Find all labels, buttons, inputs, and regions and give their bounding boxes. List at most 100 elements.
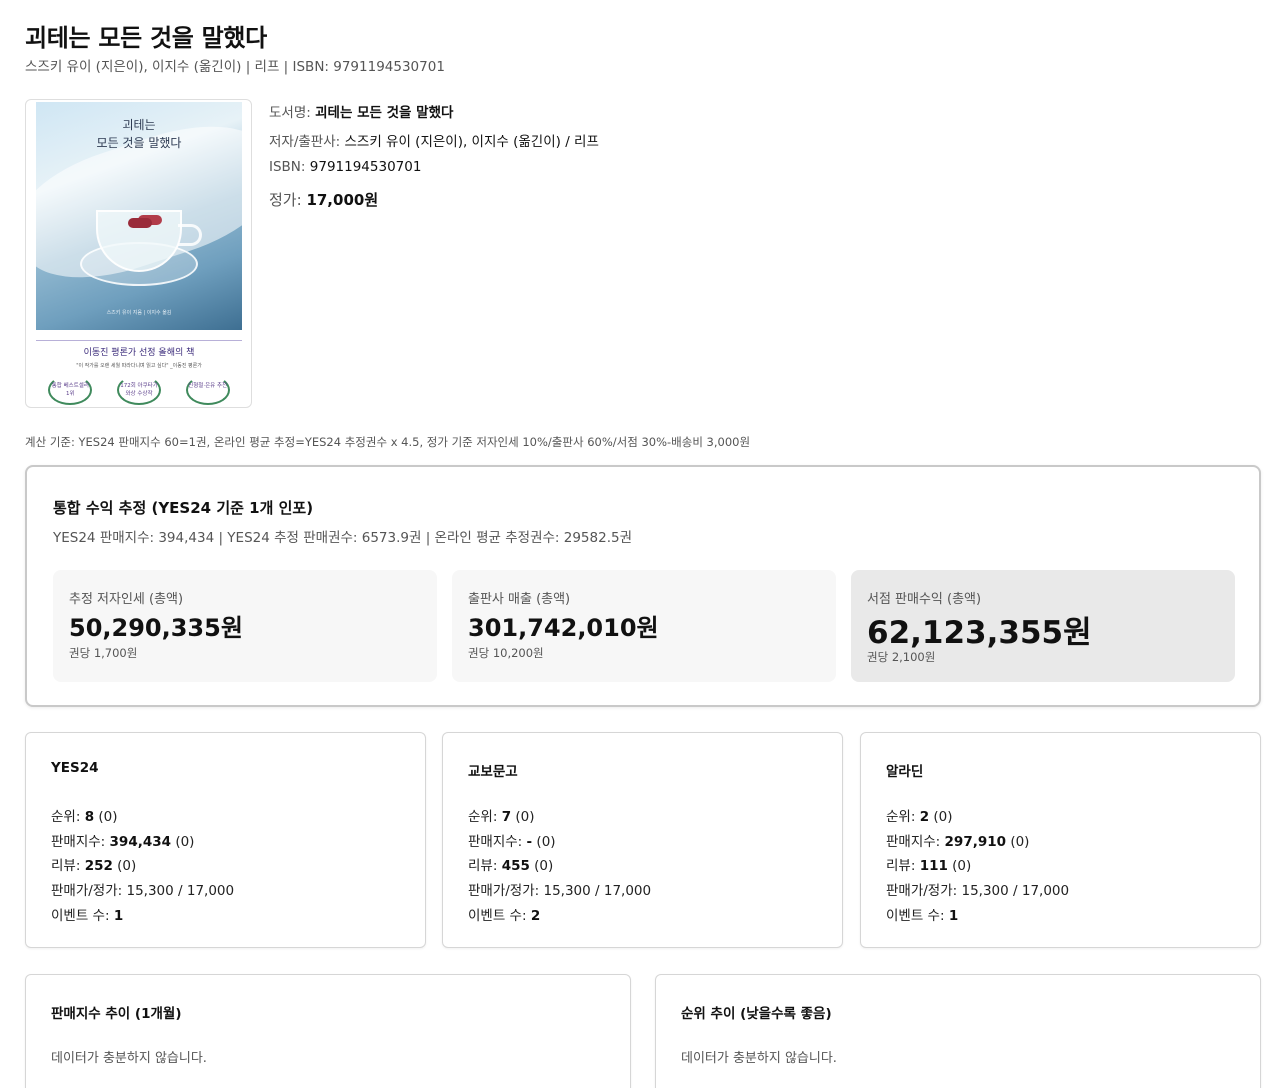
rank-label: 순위:	[51, 809, 85, 825]
store-rank: 순위: 7 (0)	[468, 805, 535, 825]
store-rank: 순위: 8 (0)	[51, 805, 118, 825]
metric-unit: 권당 2,100원	[867, 650, 936, 664]
rank-label: 순위:	[468, 809, 502, 825]
index-delta: (0)	[171, 834, 195, 850]
summary-subtitle: YES24 판매지수: 394,434 | YES24 추정 판매권수: 657…	[53, 530, 632, 546]
store-reviews: 리뷰: 111 (0)	[886, 854, 971, 874]
rank-value: 8	[84, 809, 95, 825]
cover-quote: "이 작가를 오랜 세월 따라다니며 읽고 싶다" _이동진 평론가	[76, 363, 202, 369]
rank-value: 7	[501, 809, 512, 825]
detail-title-value: 괴테는 모든 것을 말했다	[315, 105, 454, 121]
metric-bookstore-revenue: 서점 판매수익 (총액) 62,123,355원 권당 2,100원	[851, 570, 1235, 682]
detail-title-label: 도서명:	[269, 105, 316, 121]
detail-author-label: 저자/출판사:	[269, 134, 345, 150]
cover-berries-shape	[128, 218, 152, 228]
review-label: 리뷰:	[468, 858, 502, 874]
store-events: 이벤트 수: 2	[468, 904, 540, 924]
store-price: 판매가/정가: 15,300 / 17,000	[468, 883, 652, 899]
index-label: 판매지수:	[886, 834, 945, 850]
metric-label: 서점 판매수익 (총액)	[867, 592, 982, 607]
metric-value: 50,290,335원	[69, 614, 243, 642]
metric-value: 301,742,010원	[468, 614, 659, 642]
summary-title: 통합 수익 추정 (YES24 기준 1개 인포)	[53, 499, 314, 517]
cover-credit: 스즈키 유이 지음 | 이지수 옮김	[106, 310, 172, 316]
rank-delta: (0)	[929, 809, 953, 825]
cover-lower-band: 이동진 평론가 선정 올해의 책 "이 작가를 오랜 세월 따라다니며 읽고 싶…	[36, 332, 242, 407]
metric-unit: 권당 1,700원	[69, 646, 138, 660]
rank-delta: (0)	[94, 809, 118, 825]
revenue-summary-card: 통합 수익 추정 (YES24 기준 1개 인포) YES24 판매지수: 39…	[25, 465, 1261, 707]
event-label: 이벤트 수:	[886, 908, 949, 924]
store-sales-index: 판매지수: 297,910 (0)	[886, 830, 1029, 850]
calc-basis-note: 계산 기준: YES24 판매지수 60=1권, 온라인 평균 추정=YES24…	[25, 435, 751, 449]
cover-tagline: 이동진 평론가 선정 올해의 책	[36, 340, 242, 358]
index-delta: (0)	[1006, 834, 1030, 850]
review-delta: (0)	[529, 858, 554, 874]
cover-badge: 통합 베스트셀러 1위	[48, 375, 93, 405]
detail-isbn-row: ISBN: 9791194530701	[269, 159, 421, 175]
detail-price-row: 정가: 17,000원	[269, 189, 378, 210]
store-events: 이벤트 수: 1	[51, 904, 123, 924]
review-value: 252	[84, 858, 113, 874]
index-label: 판매지수:	[51, 834, 110, 850]
detail-price-label: 정가:	[269, 191, 307, 209]
metric-unit: 권당 10,200원	[468, 646, 544, 660]
book-cover-image[interactable]: 괴테는 모든 것을 말했다 스즈키 유이 지음 | 이지수 옮김 이동진 평론가…	[25, 99, 252, 408]
rank-value: 2	[919, 809, 930, 825]
store-name: 교보문고	[468, 764, 518, 780]
metric-value: 62,123,355원	[867, 615, 1092, 651]
metric-label: 추정 저자인세 (총액)	[69, 592, 184, 607]
trend-title: 판매지수 추이 (1개월)	[51, 1006, 182, 1022]
cover-cup-handle-shape	[178, 224, 202, 246]
store-price: 판매가/정가: 15,300 / 17,000	[886, 883, 1070, 899]
event-value: 1	[948, 908, 959, 924]
detail-author-value: 스즈키 유이 (지은이), 이지수 (옮긴이) / 리프	[344, 134, 599, 150]
store-price: 판매가/정가: 15,300 / 17,000	[51, 883, 235, 899]
rank-trend-card: 순위 추이 (낮을수록 좋음) 데이터가 충분하지 않습니다.	[655, 974, 1261, 1088]
event-label: 이벤트 수:	[468, 908, 531, 924]
index-delta: (0)	[532, 834, 556, 850]
review-delta: (0)	[947, 858, 972, 874]
index-label: 판매지수:	[468, 834, 527, 850]
index-value: 394,434	[109, 834, 172, 850]
metric-label: 출판사 매출 (총액)	[468, 592, 571, 607]
detail-isbn-label: ISBN:	[269, 159, 310, 175]
rank-label: 순위:	[886, 809, 920, 825]
rank-delta: (0)	[511, 809, 535, 825]
review-label: 리뷰:	[51, 858, 85, 874]
trend-empty-message: 데이터가 충분하지 않습니다.	[681, 1051, 837, 1066]
event-value: 1	[113, 908, 124, 924]
store-reviews: 리뷰: 455 (0)	[468, 854, 553, 874]
cover-badges: 통합 베스트셀러 1위 172회 아쿠타가와상 수상작 신형철·은유 추천	[36, 375, 242, 405]
review-delta: (0)	[112, 858, 137, 874]
store-sales-index: 판매지수: 394,434 (0)	[51, 830, 194, 850]
detail-author-row: 저자/출판사: 스즈키 유이 (지은이), 이지수 (옮긴이) / 리프	[269, 130, 599, 150]
cover-title-line1: 괴테는	[122, 118, 156, 132]
review-label: 리뷰:	[886, 858, 920, 874]
store-name: YES24	[51, 760, 99, 776]
metric-author-royalty: 추정 저자인세 (총액) 50,290,335원 권당 1,700원	[53, 570, 437, 682]
store-name: 알라딘	[886, 764, 924, 780]
sales-index-trend-card: 판매지수 추이 (1개월) 데이터가 충분하지 않습니다.	[25, 974, 631, 1088]
page-subtitle: 스즈키 유이 (지은이), 이지수 (옮긴이) | 리프 | ISBN: 979…	[25, 59, 445, 75]
store-rank: 순위: 2 (0)	[886, 805, 953, 825]
store-sales-index: 판매지수: - (0)	[468, 830, 556, 850]
page-title: 괴테는 모든 것을 말했다	[25, 24, 267, 52]
store-card-aladin: 알라딘 순위: 2 (0) 판매지수: 297,910 (0) 리뷰: 111 …	[860, 732, 1261, 948]
cover-badge: 신형철·은유 추천	[185, 375, 230, 405]
detail-isbn-value: 9791194530701	[309, 159, 422, 175]
detail-title-row: 도서명: 괴테는 모든 것을 말했다	[269, 101, 453, 121]
review-value: 455	[501, 858, 530, 874]
store-card-yes24: YES24 순위: 8 (0) 판매지수: 394,434 (0) 리뷰: 25…	[25, 732, 426, 948]
event-label: 이벤트 수:	[51, 908, 114, 924]
cover-title-line2: 모든 것을 말했다	[96, 136, 182, 150]
trend-empty-message: 데이터가 충분하지 않습니다.	[51, 1051, 207, 1066]
store-reviews: 리뷰: 252 (0)	[51, 854, 136, 874]
cover-photo: 괴테는 모든 것을 말했다 스즈키 유이 지음 | 이지수 옮김	[36, 102, 242, 330]
store-card-kyobo: 교보문고 순위: 7 (0) 판매지수: - (0) 리뷰: 455 (0) 판…	[442, 732, 843, 948]
index-value: 297,910	[944, 834, 1007, 850]
cover-badge: 172회 아쿠타가와상 수상작	[116, 375, 161, 405]
store-events: 이벤트 수: 1	[886, 904, 958, 924]
detail-price-value: 17,000원	[306, 191, 379, 209]
metric-publisher-revenue: 출판사 매출 (총액) 301,742,010원 권당 10,200원	[452, 570, 836, 682]
